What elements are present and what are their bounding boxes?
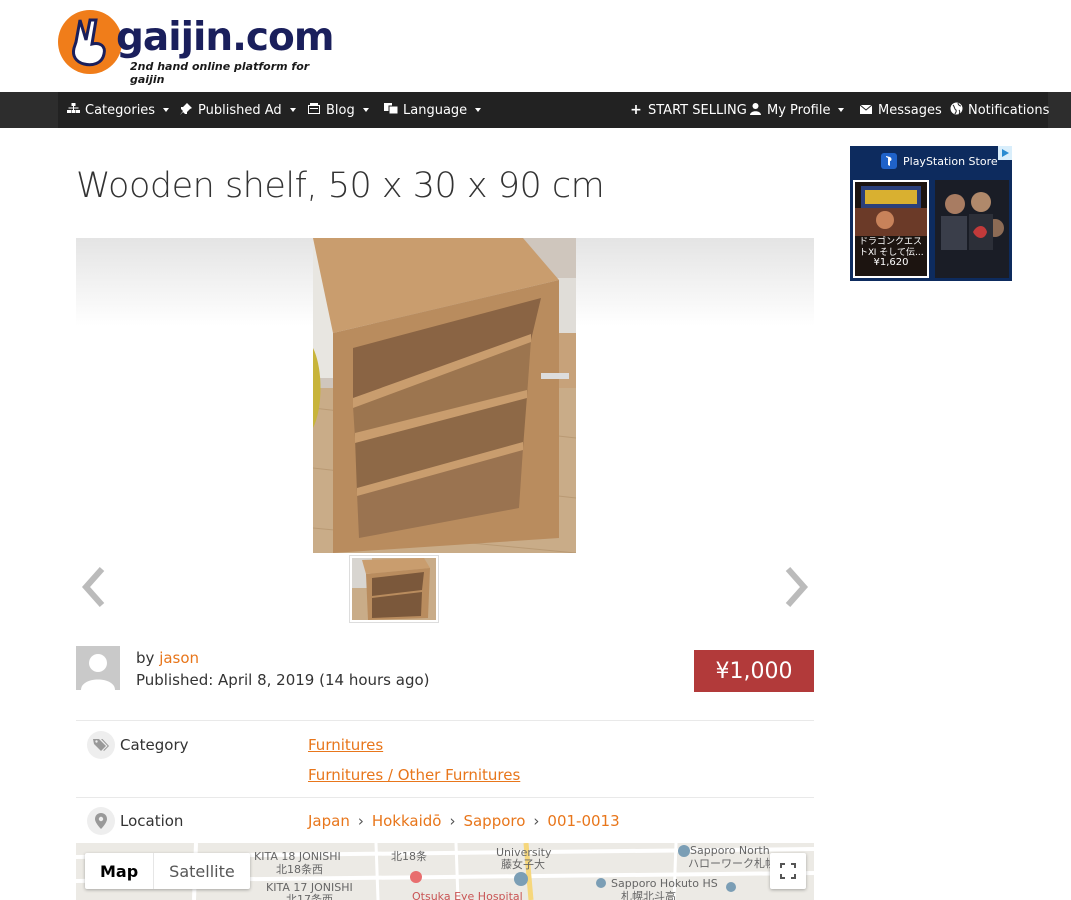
language-icon bbox=[384, 103, 399, 117]
map-label: Otsuka Eye Hospital bbox=[412, 890, 523, 900]
author-line: by jason bbox=[136, 649, 199, 667]
peace-hand-icon bbox=[58, 10, 122, 74]
nav-start-selling[interactable]: + START SELLING bbox=[629, 92, 747, 128]
nav-published-ad[interactable]: Published Ad bbox=[179, 92, 296, 128]
listing-title: Wooden shelf, 50 x 30 x 90 cm bbox=[76, 166, 605, 206]
navbar-inner: Categories Published Ad Blog Language + … bbox=[58, 92, 1049, 128]
author-link[interactable]: jason bbox=[159, 649, 199, 667]
location-country-link[interactable]: Japan bbox=[308, 812, 350, 830]
nav-language[interactable]: Language bbox=[384, 92, 482, 128]
nav-my-profile[interactable]: My Profile bbox=[748, 92, 845, 128]
location-zip-link[interactable]: 001-0013 bbox=[547, 812, 619, 830]
logo-tagline: 2nd hand online platform for gaijin bbox=[130, 60, 310, 86]
nav-notifications-label: Notifications bbox=[968, 102, 1050, 118]
nav-messages-label: Messages bbox=[878, 102, 942, 118]
ad-game-card-secondary[interactable] bbox=[935, 180, 1009, 278]
nav-notifications[interactable]: Notifications bbox=[949, 92, 1049, 128]
listing-main-photo[interactable] bbox=[313, 238, 576, 553]
chevron-down-icon bbox=[838, 108, 845, 112]
location-breadcrumb: Japan › Hokkaidō › Sapporo › 001-0013 bbox=[308, 812, 620, 830]
chevron-down-icon bbox=[163, 108, 170, 112]
site-logo[interactable]: gaijin.com 2nd hand online platform for … bbox=[58, 8, 334, 86]
published-date: Published: April 8, 2019 (14 hours ago) bbox=[136, 671, 430, 689]
thumbnail-strip bbox=[76, 553, 814, 623]
ad-store-name: PlayStation Store bbox=[903, 154, 998, 168]
main-navbar: Categories Published Ad Blog Language + … bbox=[0, 92, 1071, 128]
category-label: Category bbox=[120, 736, 189, 754]
fullscreen-icon bbox=[780, 863, 796, 879]
pin-icon bbox=[179, 102, 193, 118]
envelope-icon bbox=[859, 104, 873, 117]
map-type-control: Map Satellite bbox=[85, 853, 250, 889]
chevron-right-icon: › bbox=[357, 812, 364, 830]
ad-game-card[interactable]: ドラゴンクエストⅪ そして伝... ¥1,620 bbox=[853, 180, 929, 278]
photo-gallery bbox=[76, 238, 814, 553]
sitemap-icon bbox=[66, 103, 80, 117]
nav-messages[interactable]: Messages bbox=[859, 92, 942, 128]
subcategory-link[interactable]: Furnitures / Other Furnitures bbox=[308, 766, 520, 784]
sidebar-ad[interactable]: PlayStation Store ドラゴンクエストⅪ そして伝... ¥1,6… bbox=[850, 146, 1012, 281]
nav-blog-label: Blog bbox=[326, 102, 355, 118]
divider bbox=[76, 797, 814, 798]
nav-language-label: Language bbox=[403, 102, 468, 118]
map-label: 北18条西 bbox=[276, 863, 323, 876]
divider bbox=[76, 720, 814, 721]
ad-game-title: ドラゴンクエストⅪ そして伝... bbox=[859, 237, 924, 258]
logo-wordmark: gaijin.com bbox=[116, 15, 334, 60]
nav-my-profile-label: My Profile bbox=[767, 102, 831, 118]
user-icon bbox=[748, 102, 762, 118]
map-label: ハローワーク札幌 bbox=[688, 857, 776, 870]
ad-game-price: ¥1,620 bbox=[873, 257, 909, 268]
chevron-down-icon bbox=[475, 108, 482, 112]
site-header: gaijin.com 2nd hand online platform for … bbox=[0, 0, 1071, 92]
satellite-tab[interactable]: Satellite bbox=[153, 853, 250, 889]
location-region-link[interactable]: Hokkaidō bbox=[372, 812, 442, 830]
chevron-right-icon: › bbox=[449, 812, 456, 830]
fullscreen-button[interactable] bbox=[770, 853, 806, 889]
map-label: 北17条西 bbox=[286, 893, 333, 900]
location-city-link[interactable]: Sapporo bbox=[463, 812, 525, 830]
map-label: 札幌北斗高 bbox=[621, 890, 676, 900]
ad-choices-icon[interactable] bbox=[998, 146, 1012, 160]
blog-icon bbox=[307, 103, 321, 117]
plus-icon: + bbox=[630, 102, 642, 118]
gallery-prev-arrow[interactable] bbox=[78, 565, 108, 609]
chevron-right-icon: › bbox=[533, 812, 540, 830]
author-avatar[interactable] bbox=[76, 646, 120, 690]
map-label: 藤女子大 bbox=[501, 858, 545, 871]
map-label: 北18条 bbox=[391, 850, 427, 863]
thumbnail-image[interactable] bbox=[349, 555, 439, 623]
globe-icon bbox=[949, 102, 963, 118]
nav-categories-label: Categories bbox=[85, 102, 156, 118]
chevron-down-icon bbox=[362, 108, 369, 112]
category-link[interactable]: Furnitures bbox=[308, 736, 383, 754]
tags-icon bbox=[87, 731, 115, 759]
nav-categories[interactable]: Categories bbox=[66, 92, 170, 128]
chevron-down-icon bbox=[289, 108, 296, 112]
nav-start-selling-label: START SELLING bbox=[648, 102, 747, 118]
author-prefix: by bbox=[136, 649, 155, 667]
map-marker-icon bbox=[87, 807, 115, 835]
gallery-next-arrow[interactable] bbox=[782, 565, 812, 609]
nav-blog[interactable]: Blog bbox=[307, 92, 369, 128]
map-tab[interactable]: Map bbox=[85, 853, 153, 889]
nav-published-ad-label: Published Ad bbox=[198, 102, 282, 118]
price-badge: ¥1,000 bbox=[694, 650, 814, 692]
location-map[interactable]: KITA 18 JONISHI 北18条西 KITA 17 JONISHI 北1… bbox=[76, 843, 814, 900]
location-label: Location bbox=[120, 812, 184, 830]
